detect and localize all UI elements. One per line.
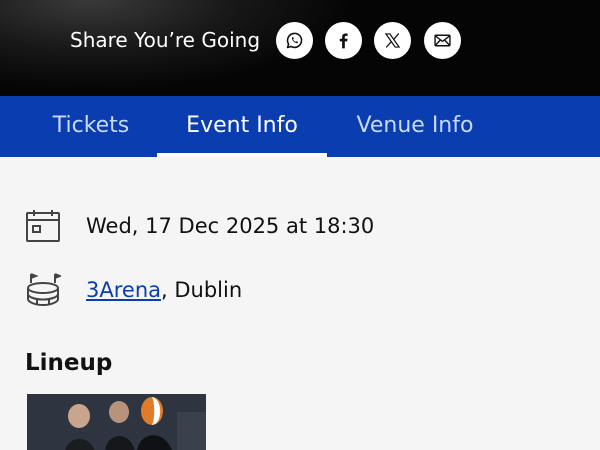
mail-icon — [434, 34, 451, 47]
stadium-icon — [27, 273, 61, 307]
share-whatsapp-button[interactable] — [276, 22, 313, 59]
active-tab-indicator — [157, 153, 327, 157]
tab-venue-info[interactable]: Venue Info — [340, 96, 490, 157]
calendar-icon — [26, 210, 60, 242]
venue-link[interactable]: 3Arena — [86, 278, 161, 302]
artist-photo — [27, 394, 206, 450]
share-x-button[interactable] — [374, 22, 411, 59]
event-date-text: Wed, 17 Dec 2025 at 18:30 — [86, 214, 375, 238]
share-label: Share You’re Going — [70, 28, 261, 52]
x-icon — [384, 33, 401, 48]
event-date-row: Wed, 17 Dec 2025 at 18:30 — [0, 208, 600, 248]
event-venue-row: 3Arena, Dublin — [0, 272, 600, 312]
lineup-artist-image[interactable] — [27, 394, 206, 450]
event-venue-text: 3Arena, Dublin — [86, 278, 242, 302]
venue-city: , Dublin — [161, 278, 243, 302]
lineup-heading: Lineup — [25, 350, 113, 376]
tab-tickets[interactable]: Tickets — [32, 96, 150, 157]
share-email-button[interactable] — [424, 22, 461, 59]
whatsapp-icon — [286, 32, 303, 49]
event-hero-banner: Share You’re Going — [0, 0, 600, 96]
facebook-icon — [339, 33, 348, 49]
event-tabs: Tickets Event Info Venue Info — [0, 96, 600, 157]
tab-event-info[interactable]: Event Info — [157, 96, 327, 157]
share-facebook-button[interactable] — [325, 22, 362, 59]
